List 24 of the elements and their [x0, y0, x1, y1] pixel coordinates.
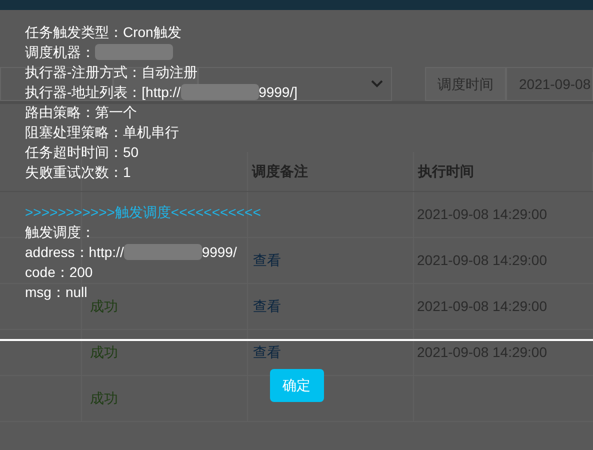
select-field[interactable]	[198, 67, 392, 101]
ok-button[interactable]: 确定	[270, 369, 324, 402]
detail-text: 调度机器：	[25, 42, 95, 62]
detail-text: 执行器-地址列表：[http://	[25, 82, 181, 102]
detail-text: 触发调度：	[25, 222, 95, 242]
section-heading: >>>>>>>>>>>触发调度<<<<<<<<<<<	[25, 202, 261, 222]
status-text: 成功	[90, 297, 118, 316]
detail-text: 任务超时时间：50	[25, 142, 139, 162]
detail-text: 失败重试次数：1	[25, 162, 131, 182]
detail-text: 阻塞处理策略：单机串行	[25, 122, 179, 142]
detail-text: 任务触发类型：Cron触发	[25, 22, 182, 42]
chevron-down-icon	[371, 80, 383, 88]
status-text: 成功	[90, 389, 118, 408]
detail-text: 9999/]	[258, 82, 298, 102]
view-link[interactable]: 查看	[253, 296, 281, 317]
view-link[interactable]: 查看	[253, 342, 281, 363]
detail-text: 路由策略：第一个	[25, 102, 137, 122]
detail-text: 9999/	[202, 242, 237, 262]
detail-text: msg：null	[25, 282, 88, 302]
status-text: 成功	[90, 343, 118, 362]
detail-text: address：http://	[25, 242, 124, 262]
detail-text: 执行器-注册方式：自动注册	[25, 62, 198, 82]
view-link[interactable]: 查看	[253, 250, 281, 271]
detail-text: code：200	[25, 262, 93, 282]
